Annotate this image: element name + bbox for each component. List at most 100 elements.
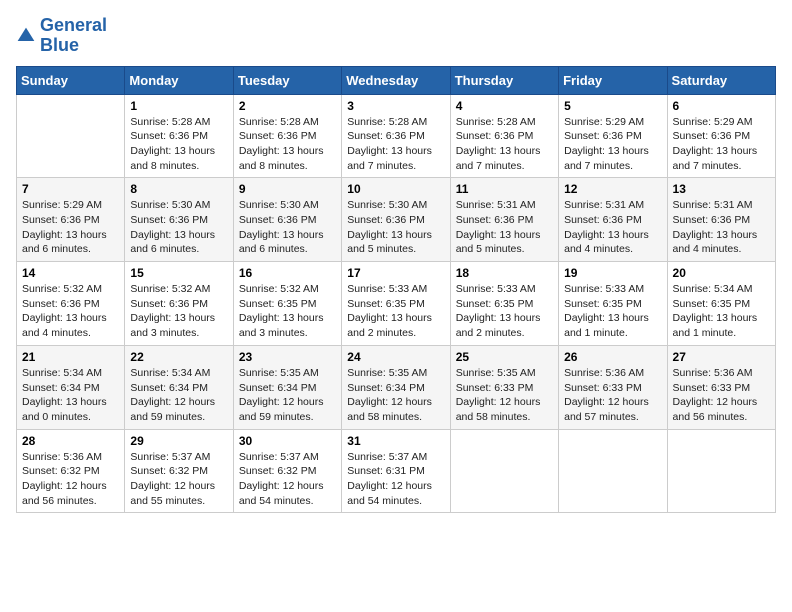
day-info: Sunrise: 5:31 AMSunset: 6:36 PMDaylight:… xyxy=(456,198,553,257)
day-info: Sunrise: 5:34 AMSunset: 6:35 PMDaylight:… xyxy=(673,282,770,341)
day-number: 8 xyxy=(130,182,227,196)
day-info: Sunrise: 5:37 AMSunset: 6:32 PMDaylight:… xyxy=(239,450,336,509)
calendar-cell: 27 Sunrise: 5:36 AMSunset: 6:33 PMDayligh… xyxy=(667,345,775,429)
day-number: 31 xyxy=(347,434,444,448)
day-number: 30 xyxy=(239,434,336,448)
day-info: Sunrise: 5:30 AMSunset: 6:36 PMDaylight:… xyxy=(130,198,227,257)
day-number: 17 xyxy=(347,266,444,280)
calendar-cell: 7 Sunrise: 5:29 AMSunset: 6:36 PMDaylight… xyxy=(17,178,125,262)
day-number: 27 xyxy=(673,350,770,364)
day-info: Sunrise: 5:31 AMSunset: 6:36 PMDaylight:… xyxy=(673,198,770,257)
calendar-cell: 15 Sunrise: 5:32 AMSunset: 6:36 PMDayligh… xyxy=(125,262,233,346)
day-number: 6 xyxy=(673,99,770,113)
day-number: 9 xyxy=(239,182,336,196)
day-number: 1 xyxy=(130,99,227,113)
calendar-cell: 9Sunrise: 5:30 AMSunset: 6:36 PMDaylight… xyxy=(233,178,341,262)
day-info: Sunrise: 5:33 AMSunset: 6:35 PMDaylight:… xyxy=(456,282,553,341)
calendar-cell: 3 Sunrise: 5:28 AMSunset: 6:36 PMDaylight… xyxy=(342,94,450,178)
calendar-cell: 12 Sunrise: 5:31 AMSunset: 6:36 PMDayligh… xyxy=(559,178,667,262)
calendar-week-1: 7 Sunrise: 5:29 AMSunset: 6:36 PMDaylight… xyxy=(17,178,776,262)
day-number: 4 xyxy=(456,99,553,113)
calendar-cell: 14 Sunrise: 5:32 AMSunset: 6:36 PMDayligh… xyxy=(17,262,125,346)
calendar-cell: 8 Sunrise: 5:30 AMSunset: 6:36 PMDaylight… xyxy=(125,178,233,262)
calendar-header: SundayMondayTuesdayWednesdayThursdayFrid… xyxy=(17,66,776,94)
calendar-cell: 1 Sunrise: 5:28 AMSunset: 6:36 PMDaylight… xyxy=(125,94,233,178)
calendar-week-0: 1 Sunrise: 5:28 AMSunset: 6:36 PMDaylight… xyxy=(17,94,776,178)
logo-icon xyxy=(16,26,36,46)
day-info: Sunrise: 5:32 AMSunset: 6:35 PMDaylight:… xyxy=(239,282,336,341)
day-number: 15 xyxy=(130,266,227,280)
day-info: Sunrise: 5:37 AMSunset: 6:31 PMDaylight:… xyxy=(347,450,444,509)
day-number: 29 xyxy=(130,434,227,448)
day-info: Sunrise: 5:32 AMSunset: 6:36 PMDaylight:… xyxy=(130,282,227,341)
calendar-week-4: 28Sunrise: 5:36 AMSunset: 6:32 PMDayligh… xyxy=(17,429,776,513)
weekday-header-saturday: Saturday xyxy=(667,66,775,94)
weekday-header-thursday: Thursday xyxy=(450,66,558,94)
calendar-cell: 25Sunrise: 5:35 AMSunset: 6:33 PMDayligh… xyxy=(450,345,558,429)
calendar-cell: 24 Sunrise: 5:35 AMSunset: 6:34 PMDayligh… xyxy=(342,345,450,429)
day-number: 2 xyxy=(239,99,336,113)
calendar-cell: 26 Sunrise: 5:36 AMSunset: 6:33 PMDayligh… xyxy=(559,345,667,429)
day-number: 7 xyxy=(22,182,119,196)
calendar-cell: 28Sunrise: 5:36 AMSunset: 6:32 PMDayligh… xyxy=(17,429,125,513)
day-info: Sunrise: 5:28 AMSunset: 6:36 PMDaylight:… xyxy=(239,115,336,174)
calendar-cell: 6Sunrise: 5:29 AMSunset: 6:36 PMDaylight… xyxy=(667,94,775,178)
day-info: Sunrise: 5:36 AMSunset: 6:33 PMDaylight:… xyxy=(673,366,770,425)
day-number: 19 xyxy=(564,266,661,280)
day-info: Sunrise: 5:35 AMSunset: 6:34 PMDaylight:… xyxy=(239,366,336,425)
calendar-cell: 4 Sunrise: 5:28 AMSunset: 6:36 PMDaylight… xyxy=(450,94,558,178)
day-number: 24 xyxy=(347,350,444,364)
day-info: Sunrise: 5:30 AMSunset: 6:36 PMDaylight:… xyxy=(347,198,444,257)
calendar-table: SundayMondayTuesdayWednesdayThursdayFrid… xyxy=(16,66,776,514)
weekday-header-monday: Monday xyxy=(125,66,233,94)
day-info: Sunrise: 5:28 AMSunset: 6:36 PMDaylight:… xyxy=(347,115,444,174)
logo: General Blue xyxy=(16,16,107,56)
calendar-cell: 16 Sunrise: 5:32 AMSunset: 6:35 PMDayligh… xyxy=(233,262,341,346)
day-number: 3 xyxy=(347,99,444,113)
day-info: Sunrise: 5:33 AMSunset: 6:35 PMDaylight:… xyxy=(564,282,661,341)
day-number: 14 xyxy=(22,266,119,280)
day-number: 13 xyxy=(673,182,770,196)
day-info: Sunrise: 5:32 AMSunset: 6:36 PMDaylight:… xyxy=(22,282,119,341)
calendar-cell xyxy=(17,94,125,178)
weekday-header-wednesday: Wednesday xyxy=(342,66,450,94)
day-info: Sunrise: 5:28 AMSunset: 6:36 PMDaylight:… xyxy=(456,115,553,174)
weekday-header-friday: Friday xyxy=(559,66,667,94)
calendar-cell: 23 Sunrise: 5:35 AMSunset: 6:34 PMDayligh… xyxy=(233,345,341,429)
calendar-cell xyxy=(667,429,775,513)
calendar-week-2: 14 Sunrise: 5:32 AMSunset: 6:36 PMDayligh… xyxy=(17,262,776,346)
calendar-cell: 20 Sunrise: 5:34 AMSunset: 6:35 PMDayligh… xyxy=(667,262,775,346)
calendar-week-3: 21 Sunrise: 5:34 AMSunset: 6:34 PMDayligh… xyxy=(17,345,776,429)
day-number: 10 xyxy=(347,182,444,196)
calendar-cell: 17 Sunrise: 5:33 AMSunset: 6:35 PMDayligh… xyxy=(342,262,450,346)
day-number: 28 xyxy=(22,434,119,448)
calendar-cell: 10 Sunrise: 5:30 AMSunset: 6:36 PMDayligh… xyxy=(342,178,450,262)
calendar-cell: 29 Sunrise: 5:37 AMSunset: 6:32 PMDayligh… xyxy=(125,429,233,513)
day-info: Sunrise: 5:31 AMSunset: 6:36 PMDaylight:… xyxy=(564,198,661,257)
day-number: 12 xyxy=(564,182,661,196)
calendar-cell: 2 Sunrise: 5:28 AMSunset: 6:36 PMDaylight… xyxy=(233,94,341,178)
page-header: General Blue xyxy=(16,16,776,56)
day-info: Sunrise: 5:33 AMSunset: 6:35 PMDaylight:… xyxy=(347,282,444,341)
day-number: 26 xyxy=(564,350,661,364)
logo-text: General Blue xyxy=(40,16,107,56)
day-number: 18 xyxy=(456,266,553,280)
day-number: 21 xyxy=(22,350,119,364)
day-info: Sunrise: 5:36 AMSunset: 6:33 PMDaylight:… xyxy=(564,366,661,425)
calendar-cell: 30 Sunrise: 5:37 AMSunset: 6:32 PMDayligh… xyxy=(233,429,341,513)
day-info: Sunrise: 5:35 AMSunset: 6:34 PMDaylight:… xyxy=(347,366,444,425)
calendar-cell: 13 Sunrise: 5:31 AMSunset: 6:36 PMDayligh… xyxy=(667,178,775,262)
day-number: 5 xyxy=(564,99,661,113)
day-number: 16 xyxy=(239,266,336,280)
day-info: Sunrise: 5:37 AMSunset: 6:32 PMDaylight:… xyxy=(130,450,227,509)
calendar-cell: 11Sunrise: 5:31 AMSunset: 6:36 PMDayligh… xyxy=(450,178,558,262)
day-number: 23 xyxy=(239,350,336,364)
calendar-cell: 22Sunrise: 5:34 AMSunset: 6:34 PMDayligh… xyxy=(125,345,233,429)
day-info: Sunrise: 5:28 AMSunset: 6:36 PMDaylight:… xyxy=(130,115,227,174)
calendar-cell: 18 Sunrise: 5:33 AMSunset: 6:35 PMDayligh… xyxy=(450,262,558,346)
day-number: 20 xyxy=(673,266,770,280)
day-info: Sunrise: 5:34 AMSunset: 6:34 PMDaylight:… xyxy=(130,366,227,425)
day-number: 25 xyxy=(456,350,553,364)
day-info: Sunrise: 5:29 AMSunset: 6:36 PMDaylight:… xyxy=(22,198,119,257)
calendar-cell: 21Sunrise: 5:34 AMSunset: 6:34 PMDayligh… xyxy=(17,345,125,429)
